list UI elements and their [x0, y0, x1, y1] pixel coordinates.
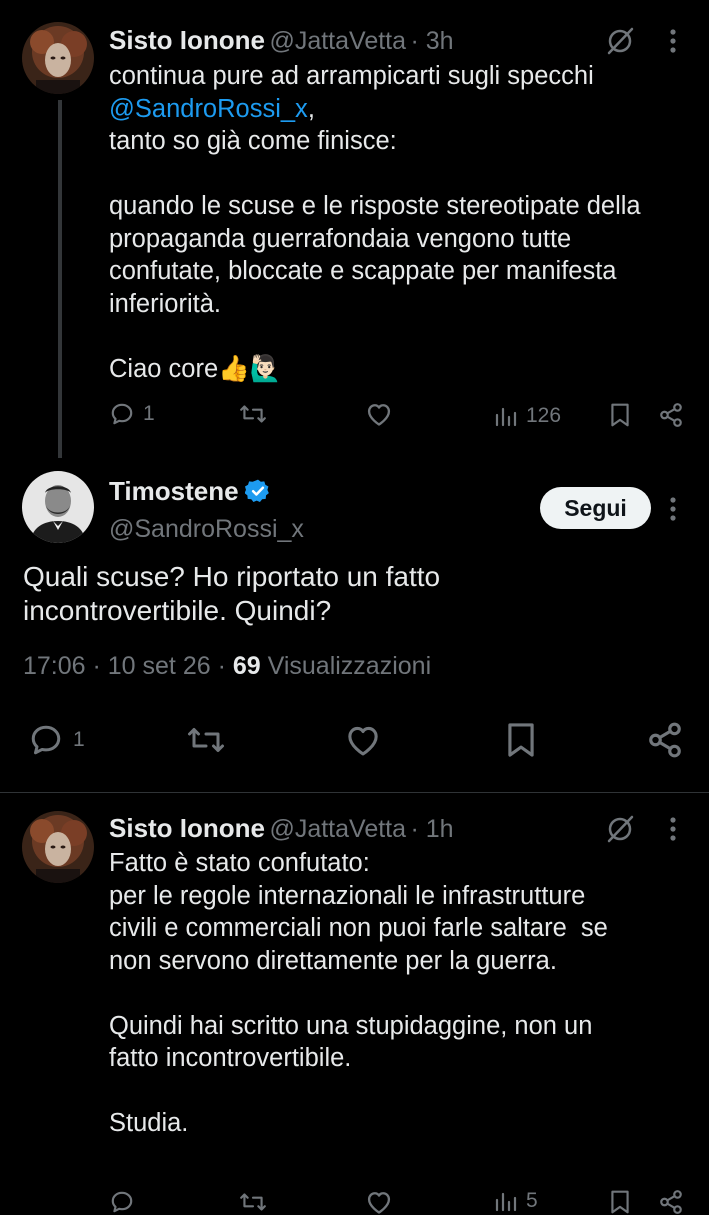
verified-badge-icon [244, 479, 269, 503]
tweet1-reply-count: 1 [143, 402, 155, 425]
heart-icon [348, 726, 378, 756]
main-tweet-author-handle[interactable]: @SandroRossi_x [109, 515, 304, 543]
repost-icon [240, 405, 266, 423]
follow-button[interactable]: Segui [540, 487, 651, 529]
tweet3-header: Sisto Ionone @JattaVetta · 1h [109, 812, 454, 849]
tweet1-header: Sisto Ionone @JattaVetta · 3h [109, 24, 454, 61]
tweet1-author-name[interactable]: Sisto Ionone [109, 25, 265, 55]
repost-icon [188, 728, 224, 752]
main-tweet-timestamp[interactable]: 17:06 · 10 set 26 · [23, 652, 233, 680]
tweet1-text: continua pure ad arrampicarti sugli spec… [109, 60, 641, 385]
tweet3-like-button[interactable] [365, 1189, 393, 1215]
main-tweet-views-count: 69 [232, 652, 261, 680]
main-bookmark-button[interactable] [505, 721, 537, 759]
tweet1-views-count: 126 [526, 404, 562, 427]
tweet1-text-body: tanto so già come finisce: quando le scu… [109, 127, 641, 383]
tweet3-author-handle[interactable]: @JattaVetta [269, 815, 406, 843]
tweet1-text-line1: continua pure ad arrampicarti sugli spec… [109, 62, 594, 90]
tweet3-text: Fatto è stato confutato: per le regole i… [109, 849, 608, 1137]
main-reply-count: 1 [73, 728, 85, 751]
main-share-button[interactable] [646, 721, 684, 759]
tweet1-timestamp[interactable]: · 3h [410, 27, 453, 55]
grok-icon[interactable] [605, 814, 635, 849]
tweet1-like-button[interactable] [365, 401, 393, 427]
main-tweet-more-icon[interactable] [668, 496, 678, 527]
tweet3-timestamp[interactable]: · 1h [410, 815, 453, 843]
main-tweet-meta: 17:06 · 10 set 26 · 69 Visualizzazioni [23, 652, 431, 681]
tweet1-text-comma: , [307, 94, 315, 123]
divider [0, 792, 709, 793]
bookmark-icon [508, 723, 534, 757]
bookmark-icon [611, 1190, 629, 1214]
tweet1-mention-link[interactable]: @SandroRossi_x [109, 95, 308, 123]
avatar-timostene[interactable] [22, 471, 94, 543]
tweet1-repost-button[interactable] [238, 401, 268, 427]
share-icon [660, 1190, 682, 1214]
bookmark-icon [611, 403, 629, 427]
reply-icon [111, 1191, 133, 1213]
views-icon [495, 1192, 517, 1212]
tweet1-share-button[interactable] [658, 402, 684, 428]
tweet3-views-count: 5 [526, 1189, 538, 1212]
main-tweet-text: Quali scuse? Ho riportato un fatto incon… [23, 561, 441, 626]
share-icon [660, 403, 682, 427]
tweet3-repost-button[interactable] [238, 1189, 268, 1215]
main-tweet-name-row: Timostene [109, 475, 271, 507]
tweet1-views-button[interactable]: 126 [494, 404, 561, 428]
main-repost-button[interactable] [184, 722, 228, 758]
tweet1-reply-button[interactable]: 1 [109, 401, 155, 427]
tweet1-bookmark-button[interactable] [609, 402, 631, 428]
reply-icon [31, 725, 61, 755]
tweet3-author-name[interactable]: Sisto Ionone [109, 813, 265, 843]
main-tweet-handle-row: @SandroRossi_x [109, 513, 304, 549]
tweet1-more-icon[interactable] [668, 28, 678, 59]
repost-icon [240, 1193, 266, 1211]
thread-connector-line [58, 100, 62, 458]
avatar-sisto-ionone[interactable] [22, 22, 94, 94]
tweet3-views-button[interactable]: 5 [494, 1189, 538, 1213]
views-icon [495, 407, 517, 427]
tweet3-share-button[interactable] [658, 1189, 684, 1215]
main-like-button[interactable] [343, 723, 383, 757]
main-tweet-views-label[interactable]: Visualizzazioni [261, 652, 432, 680]
tweet3-more-icon[interactable] [668, 816, 678, 847]
tweet3-bookmark-button[interactable] [609, 1189, 631, 1215]
avatar-sisto-ionone-2[interactable] [22, 811, 94, 883]
heart-icon [367, 1192, 391, 1214]
tweet3-reply-button[interactable] [109, 1189, 135, 1215]
share-icon [649, 722, 681, 758]
reply-icon [111, 403, 133, 425]
heart-icon [367, 404, 391, 426]
grok-icon[interactable] [605, 26, 635, 61]
main-tweet-author-name[interactable]: Timostene [109, 475, 239, 507]
main-reply-button[interactable]: 1 [27, 722, 85, 758]
tweet1-author-handle[interactable]: @JattaVetta [269, 27, 406, 55]
